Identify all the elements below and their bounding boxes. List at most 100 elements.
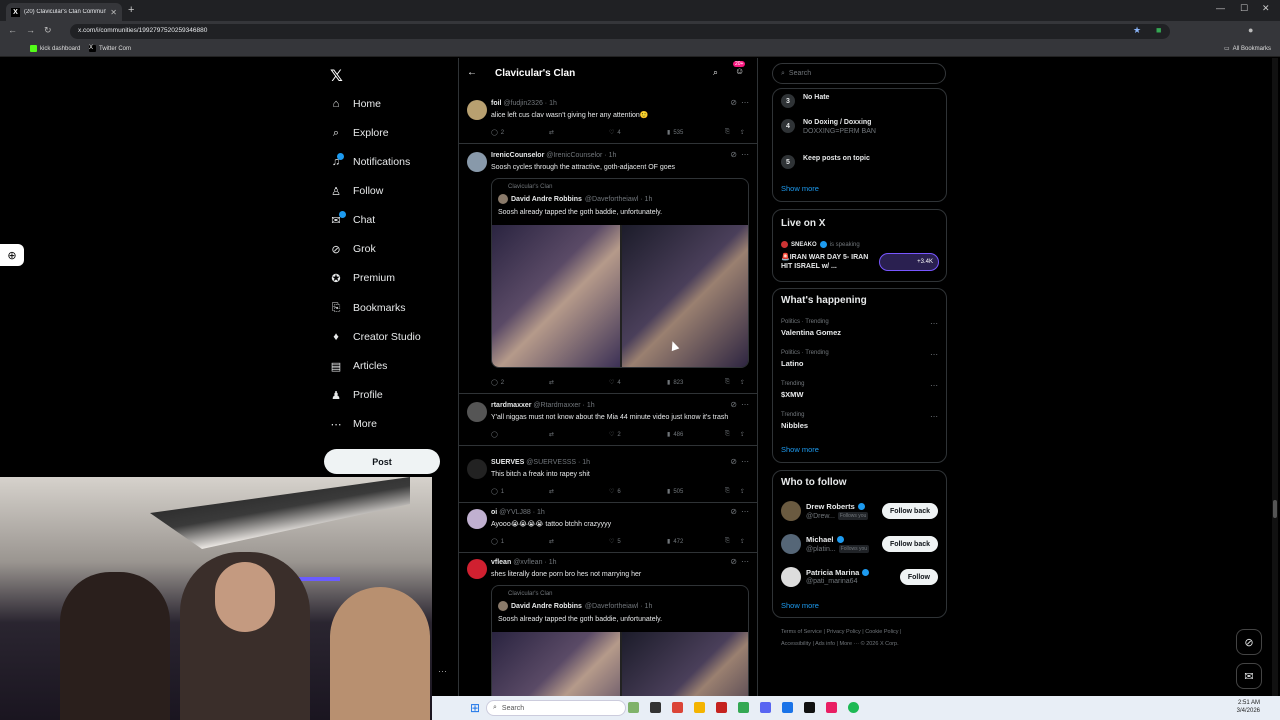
search-icon[interactable]: ⌕: [713, 67, 718, 78]
wtf-show-more[interactable]: Show more: [781, 601, 819, 610]
nav-item-home[interactable]: ⌂ Home: [330, 98, 381, 110]
scrollbar-thumb[interactable]: [1273, 500, 1277, 518]
bookmark-button[interactable]: ⎘: [725, 488, 730, 495]
taskbar-discord-icon[interactable]: [760, 702, 771, 713]
avatar[interactable]: [467, 402, 487, 422]
search-input[interactable]: ⌕ Search: [772, 63, 946, 84]
grok-icon[interactable]: ⊘: [730, 507, 737, 516]
more-icon[interactable]: ⋯: [930, 412, 938, 421]
reload-icon[interactable]: ↻: [44, 25, 52, 36]
bookmark-button[interactable]: ⎘: [725, 538, 730, 545]
reply-button[interactable]: ◯ 2: [491, 129, 504, 137]
url-field[interactable]: x.com/i/communities/1992797520259346880: [70, 24, 1170, 39]
more-icon[interactable]: ⋯: [741, 557, 749, 566]
more-icon[interactable]: ⋯: [741, 400, 749, 409]
reply-button[interactable]: ◯: [491, 431, 501, 438]
like-button[interactable]: ♡ 5: [609, 538, 621, 546]
live-host[interactable]: SNEAKO is speaking: [781, 241, 860, 248]
views-button[interactable]: ▮ 823: [667, 379, 683, 387]
tweet[interactable]: vflean @xvflean · 1h ⊘ ⋯ shes literally don…: [459, 553, 757, 720]
retweet-button[interactable]: ⇄: [549, 379, 554, 386]
avatar[interactable]: [467, 509, 487, 529]
share-button[interactable]: ⇪: [740, 379, 745, 386]
bookmark-button[interactable]: ⎘: [725, 379, 730, 386]
more-icon[interactable]: ⋯: [930, 350, 938, 359]
views-button[interactable]: ▮ 535: [667, 129, 683, 137]
community-rule[interactable]: 4 No Doxing / Doxxing DOXXING=PERM BAN: [781, 119, 876, 135]
live-listeners[interactable]: +3.4K: [879, 253, 939, 271]
tweet[interactable]: IrenicCounselor @IrenicCounselor · 1h ⊘ ⋯ S…: [459, 146, 757, 394]
back-arrow-icon[interactable]: ←: [467, 67, 477, 78]
avatar[interactable]: [781, 534, 801, 554]
tweet[interactable]: SUERVES @SUERVESSS · 1h ⊘ ⋯ This bitch a fr…: [459, 453, 757, 503]
nav-item-creator-studio[interactable]: ♦ Creator Studio: [330, 331, 421, 343]
nav-item-articles[interactable]: ▤ Articles: [330, 360, 388, 373]
trend-item[interactable]: Nibbles: [781, 421, 808, 430]
taskbar-app-icon[interactable]: [716, 702, 727, 713]
retweet-button[interactable]: ⇄: [549, 129, 554, 136]
share-button[interactable]: ⇪: [740, 538, 745, 545]
trend-item[interactable]: $XMW: [781, 390, 804, 399]
taskbar-folder-icon[interactable]: [694, 702, 705, 713]
nav-item-grok[interactable]: ⊘ Grok: [330, 243, 375, 256]
tweet-author[interactable]: IrenicCounselor @IrenicCounselor · 1h: [491, 152, 616, 159]
reply-button[interactable]: ◯ 2: [491, 379, 504, 387]
taskbar-search[interactable]: ⌕ Search: [486, 700, 626, 716]
messages-icon[interactable]: ✉: [1236, 663, 1262, 689]
avatar[interactable]: [467, 459, 487, 479]
back-icon[interactable]: ←: [8, 25, 17, 35]
nav-item-chat[interactable]: ✉ Chat: [330, 214, 375, 227]
community-icon[interactable]: ☺: [735, 66, 744, 76]
share-button[interactable]: ⇪: [740, 129, 745, 136]
retweet-button[interactable]: ⇄: [549, 538, 554, 545]
grok-icon[interactable]: ⊘: [730, 457, 737, 466]
maximize-icon[interactable]: ☐: [1240, 3, 1248, 14]
more-icon[interactable]: ⋯: [741, 507, 749, 516]
reply-button[interactable]: ◯ 1: [491, 538, 504, 546]
community-rule[interactable]: 5 Keep posts on topic: [781, 155, 870, 169]
tweet[interactable]: foil @fudjin2326 · 1h ⊘ ⋯ alice left cus cl…: [459, 94, 757, 144]
trend-item[interactable]: Latino: [781, 359, 804, 368]
all-bookmarks[interactable]: ▭ All Bookmarks: [1224, 45, 1271, 53]
more-icon[interactable]: ⋯: [930, 319, 938, 328]
tweet-author[interactable]: foil @fudjin2326 · 1h: [491, 100, 557, 107]
bookmark-button[interactable]: ⎘: [725, 129, 730, 136]
trend-item[interactable]: Valentina Gomez: [781, 328, 841, 337]
tweet[interactable]: rtardmaxxer @Rtardmaxxer · 1h ⊘ ⋯ Y'all nig…: [459, 396, 757, 446]
tweet-author[interactable]: SUERVES @SUERVESSS · 1h: [491, 459, 590, 466]
avatar[interactable]: [467, 559, 487, 579]
tweet-media[interactable]: [492, 225, 748, 367]
like-button[interactable]: ♡ 4: [609, 379, 621, 387]
taskbar-chrome-icon[interactable]: [672, 702, 683, 713]
more-icon[interactable]: ···: [438, 666, 447, 676]
tweet[interactable]: oi @YVLJ88 · 1h ⊘ ⋯ Ayooo😭😭😭😭 tattoo btchh …: [459, 503, 757, 553]
bookmark-twitter[interactable]: X Twitter Com: [89, 45, 131, 52]
suggested-user-name[interactable]: Drew Roberts: [806, 502, 865, 511]
share-button[interactable]: ⇪: [740, 488, 745, 495]
minimize-icon[interactable]: —: [1216, 3, 1225, 13]
quoted-tweet[interactable]: Clavicular's Clan David Andre Robbins @Dav…: [491, 178, 749, 368]
taskbar-spotify-icon[interactable]: [848, 702, 859, 713]
bookmark-kick[interactable]: kick dashboard: [30, 45, 80, 52]
close-window-icon[interactable]: ✕: [1262, 3, 1270, 14]
views-button[interactable]: ▮ 505: [667, 488, 683, 496]
more-icon[interactable]: ⋯: [741, 98, 749, 107]
like-button[interactable]: ♡ 6: [609, 488, 621, 496]
nav-item-bookmarks[interactable]: ⎘ Bookmarks: [330, 302, 406, 315]
tweet-author[interactable]: oi @YVLJ88 · 1h: [491, 509, 545, 516]
views-button[interactable]: ▮ 472: [667, 538, 683, 546]
scrollbar[interactable]: [1272, 58, 1278, 696]
live-headline[interactable]: 🚨IRAN WAR DAY 5- IRAN HIT ISRAEL w/ ...: [781, 253, 871, 271]
taskbar-clock[interactable]: 2:51 AM 3/4/2026: [1237, 699, 1260, 715]
suggested-user-name[interactable]: Patricia Marina: [806, 568, 870, 577]
follow-button[interactable]: Follow back: [881, 536, 938, 552]
grok-icon[interactable]: ⊘: [730, 400, 737, 409]
nav-item-explore[interactable]: ⌕ Explore: [330, 127, 389, 140]
avatar[interactable]: ●: [1248, 25, 1253, 35]
nav-item-more[interactable]: ⋯ More: [330, 418, 377, 431]
nav-item-premium[interactable]: ✪ Premium: [330, 272, 395, 285]
follow-button[interactable]: Follow: [899, 569, 938, 585]
rules-show-more[interactable]: Show more: [781, 184, 819, 193]
extension-icon[interactable]: ■: [1156, 25, 1161, 35]
like-button[interactable]: ♡ 4: [609, 129, 621, 137]
